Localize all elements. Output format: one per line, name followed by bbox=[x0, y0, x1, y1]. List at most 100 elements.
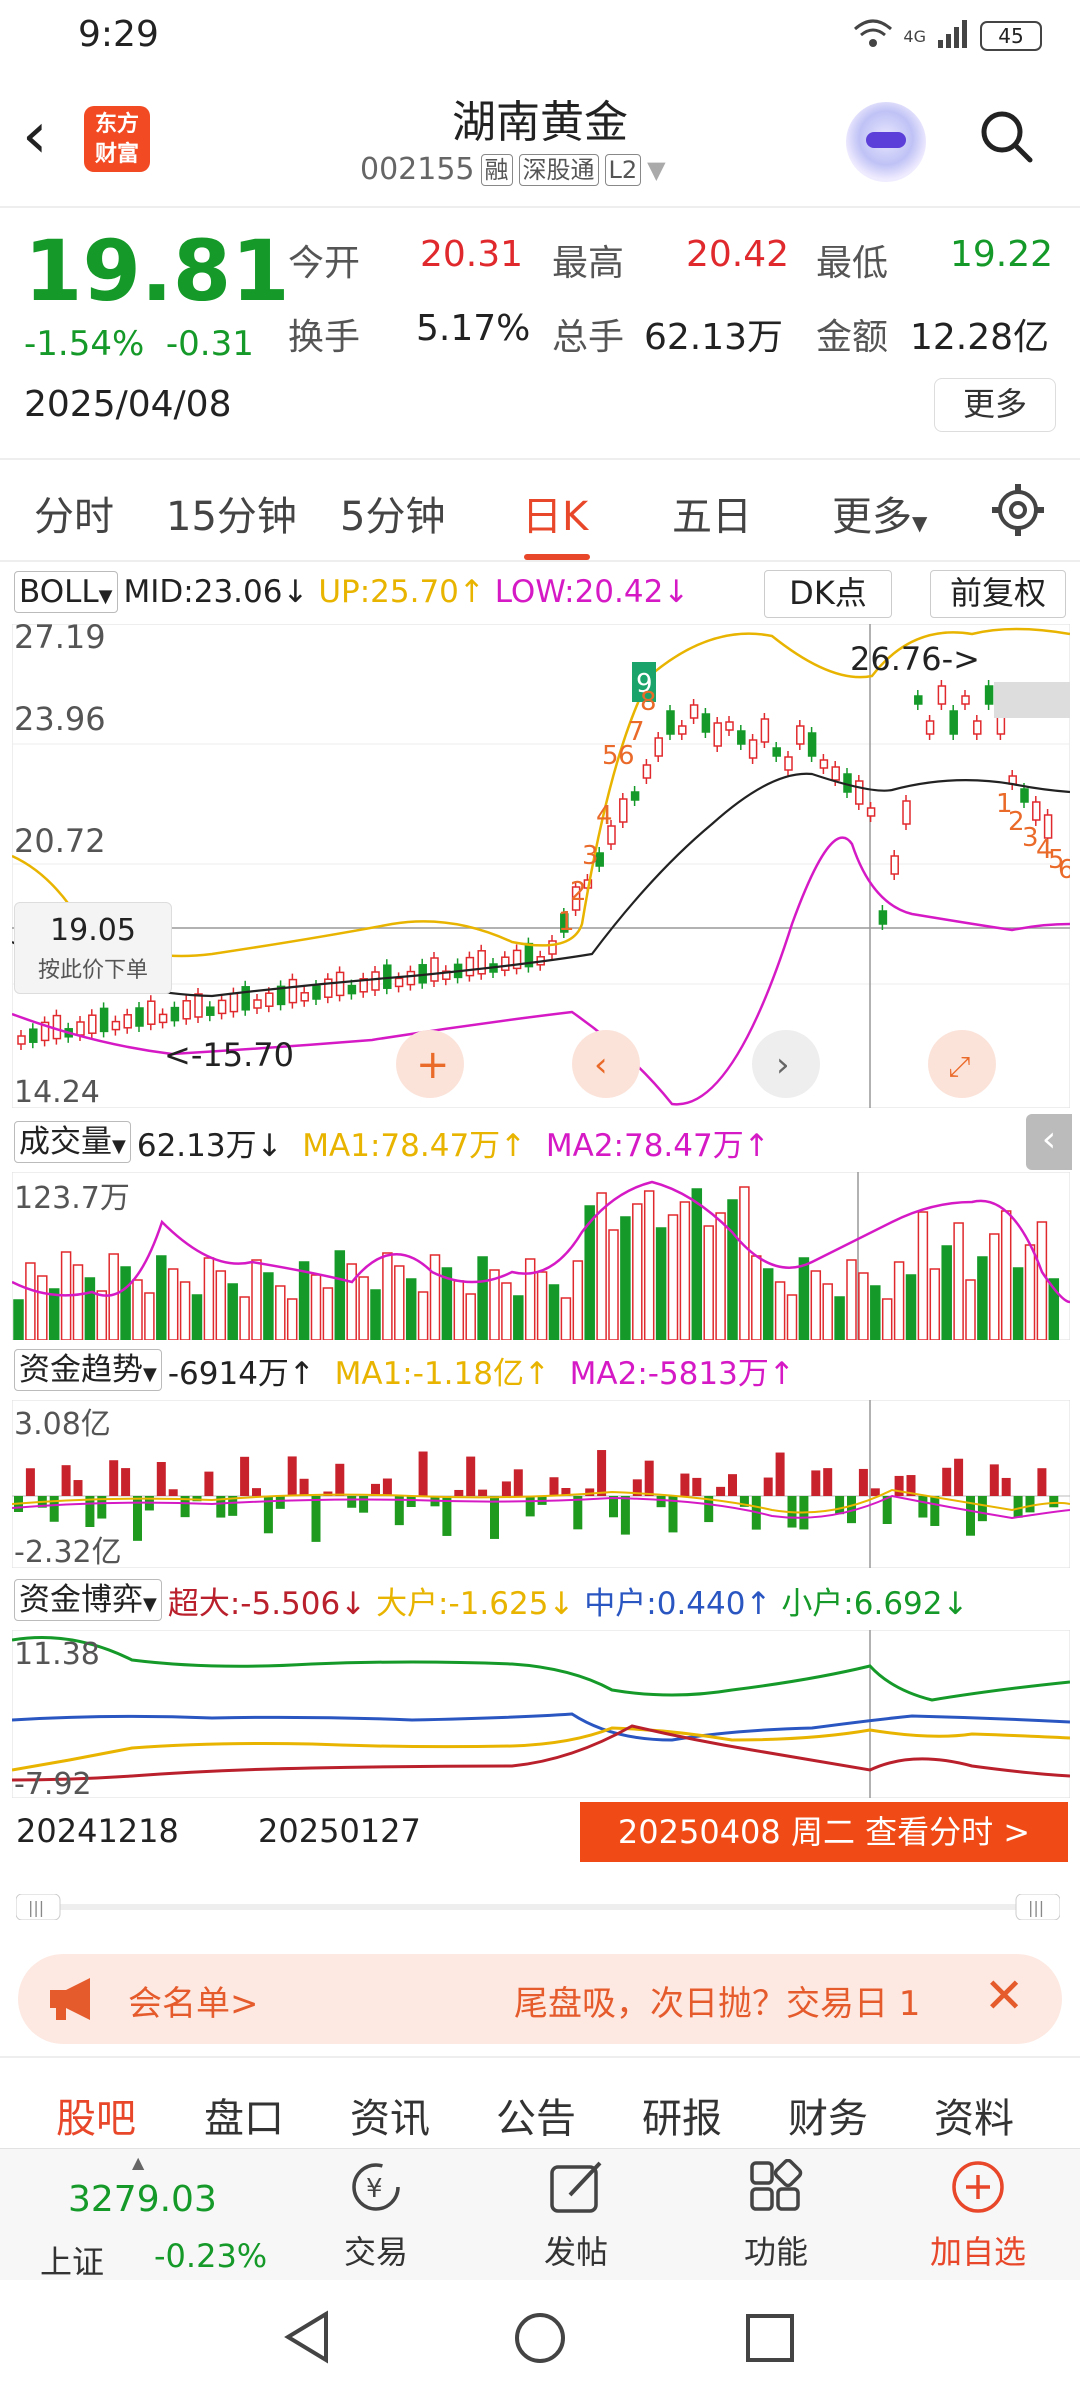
volume-bar bbox=[1036, 1221, 1048, 1340]
volume-bar bbox=[739, 1186, 750, 1340]
candle bbox=[819, 754, 829, 774]
fund-bar bbox=[942, 1467, 952, 1496]
assistant-robot-icon[interactable] bbox=[846, 102, 926, 182]
fund-bar bbox=[501, 1481, 511, 1496]
volume-bar bbox=[596, 1192, 607, 1340]
nav-function[interactable]: 功能 bbox=[696, 2158, 856, 2273]
index-name: 上证 bbox=[40, 2243, 105, 2281]
volume-bar bbox=[298, 1261, 310, 1340]
plus-icon: + bbox=[416, 1042, 450, 1088]
volume-ma2: MA2:78.47万↑ bbox=[545, 1127, 770, 1164]
status-bar: 9:29 4G 45 bbox=[0, 0, 1080, 72]
status-icons: 4G 45 bbox=[853, 16, 1042, 56]
fund-bar bbox=[644, 1460, 654, 1496]
tab-profile[interactable]: 资料 bbox=[934, 2086, 1014, 2144]
svg-text:|||: ||| bbox=[1028, 1898, 1044, 1917]
overlay-tag bbox=[994, 682, 1070, 718]
tab-15min[interactable]: 15分钟 bbox=[166, 484, 297, 542]
tab-5min[interactable]: 5分钟 bbox=[340, 484, 445, 542]
add-circle-icon bbox=[952, 2161, 1004, 2213]
tab-research[interactable]: 研报 bbox=[642, 2086, 722, 2144]
candle bbox=[701, 708, 711, 738]
fund-game-chart[interactable]: 11.38 -7.92 bbox=[12, 1630, 1070, 1798]
fund-axis-bottom: -2.32亿 bbox=[14, 1535, 122, 1568]
more-quote-button[interactable]: 更多 bbox=[934, 378, 1056, 432]
tab-daily-k[interactable]: 日K bbox=[522, 484, 588, 542]
tab-news[interactable]: 资讯 bbox=[350, 2086, 430, 2144]
volume-axis-top: 123.7万 bbox=[14, 1181, 130, 1216]
candle bbox=[890, 850, 899, 880]
volume-bar bbox=[691, 1188, 703, 1340]
fund-game-selector[interactable]: 资金博弈▼ bbox=[14, 1579, 162, 1621]
nav-home-icon[interactable] bbox=[512, 2310, 568, 2366]
chart-scrollbar[interactable]: ||| ||| bbox=[16, 1894, 1060, 1920]
fund-game-mid: 中户:0.440↑ bbox=[584, 1585, 772, 1622]
boll-selector[interactable]: BOLL▼ bbox=[14, 571, 118, 613]
fund-bar bbox=[656, 1496, 666, 1508]
candle bbox=[88, 1009, 97, 1040]
view-intraday-button[interactable]: 20250408 周二 查看分时 > bbox=[580, 1802, 1068, 1862]
adjust-mode-button[interactable]: 前复权 bbox=[930, 570, 1066, 618]
date-axis-label-1: 20241218 bbox=[16, 1812, 179, 1850]
tab-more[interactable]: 更多▼ bbox=[832, 484, 927, 542]
date-axis-label-2: 20250127 bbox=[258, 1812, 421, 1850]
tab-finance[interactable]: 财务 bbox=[788, 2086, 868, 2144]
nav-back-icon[interactable] bbox=[282, 2310, 332, 2364]
fund-bar bbox=[716, 1486, 726, 1496]
candle bbox=[807, 727, 817, 762]
fund-bar bbox=[418, 1451, 428, 1496]
candle bbox=[52, 1009, 62, 1045]
volume-bar bbox=[977, 1256, 988, 1340]
tab-five-day[interactable]: 五日 bbox=[672, 484, 752, 542]
banner-right-text: 尾盘吸，次日抛？交易日 1 bbox=[514, 1984, 921, 2024]
tag-shenzhen-connect: 深股通 bbox=[518, 153, 599, 186]
dk-point-button[interactable]: DK点 bbox=[764, 570, 892, 618]
candle bbox=[984, 680, 994, 710]
stock-code-line[interactable]: 002155 融 深股通 L2 ▼ bbox=[360, 152, 666, 187]
volume-bar bbox=[191, 1294, 203, 1340]
gear-icon[interactable] bbox=[990, 482, 1046, 538]
volume-selector[interactable]: 成交量▼ bbox=[14, 1121, 131, 1163]
volume-bar bbox=[846, 1259, 857, 1340]
signal-marker-5: 5 bbox=[602, 741, 619, 771]
system-nav-bar bbox=[0, 2280, 1080, 2400]
fund-trend-ma1: MA1:-1.18亿↑ bbox=[334, 1355, 550, 1392]
tab-pankou[interactable]: 盘口 bbox=[204, 2086, 284, 2144]
chevron-left-icon: ‹ bbox=[594, 1045, 608, 1085]
nav-recents-icon[interactable] bbox=[744, 2312, 796, 2364]
promo-banner[interactable]: 会名单> 尾盘吸，次日抛？交易日 1 ✕ bbox=[18, 1954, 1062, 2044]
volume-bar bbox=[917, 1211, 929, 1340]
side-panel-toggle[interactable]: ‹ bbox=[1026, 1114, 1072, 1170]
kline-chart[interactable]: 27.19 23.96 20.72 14.24 26.76-> <-15.70 … bbox=[12, 624, 1070, 1108]
fund-trend-selector[interactable]: 资金趋势▼ bbox=[14, 1349, 162, 1391]
fund-bar bbox=[466, 1456, 476, 1496]
volume-bar bbox=[477, 1256, 488, 1340]
tab-announcement[interactable]: 公告 bbox=[496, 2086, 576, 2144]
fund-bar bbox=[1025, 1496, 1035, 1513]
candle bbox=[914, 690, 923, 710]
fund-bar bbox=[775, 1452, 785, 1496]
nav-trade[interactable]: ¥ 交易 bbox=[296, 2159, 456, 2273]
fund-bar bbox=[382, 1478, 392, 1496]
fund-bar bbox=[525, 1496, 535, 1517]
price-order-tag[interactable]: 19.05 按此价下单 bbox=[14, 902, 172, 994]
volume-bar bbox=[334, 1250, 346, 1340]
close-icon[interactable]: ✕ bbox=[984, 1968, 1024, 2024]
fund-trend-chart[interactable]: 3.08亿 -2.32亿 bbox=[12, 1400, 1070, 1568]
chart-controls[interactable]: + ‹ › ⤢ bbox=[396, 1030, 996, 1098]
candle bbox=[40, 1016, 50, 1047]
volume-bar bbox=[370, 1289, 381, 1340]
nav-post[interactable]: 发帖 bbox=[496, 2159, 656, 2273]
volume-bar bbox=[203, 1257, 215, 1340]
candle bbox=[170, 1001, 180, 1027]
signal-marker-4: 4 bbox=[596, 801, 613, 831]
volume-chart[interactable]: 123.7万 bbox=[12, 1172, 1070, 1340]
tab-intraday[interactable]: 分时 bbox=[34, 484, 114, 542]
candle bbox=[725, 716, 734, 736]
index-value: 3279.03 bbox=[68, 2179, 217, 2220]
boll-up: UP:25.70↑ bbox=[318, 574, 485, 610]
nav-add-watchlist[interactable]: 加自选 bbox=[898, 2159, 1058, 2273]
candle bbox=[1032, 796, 1041, 826]
tab-guba[interactable]: 股吧 bbox=[56, 2086, 136, 2144]
search-icon[interactable] bbox=[978, 108, 1034, 164]
